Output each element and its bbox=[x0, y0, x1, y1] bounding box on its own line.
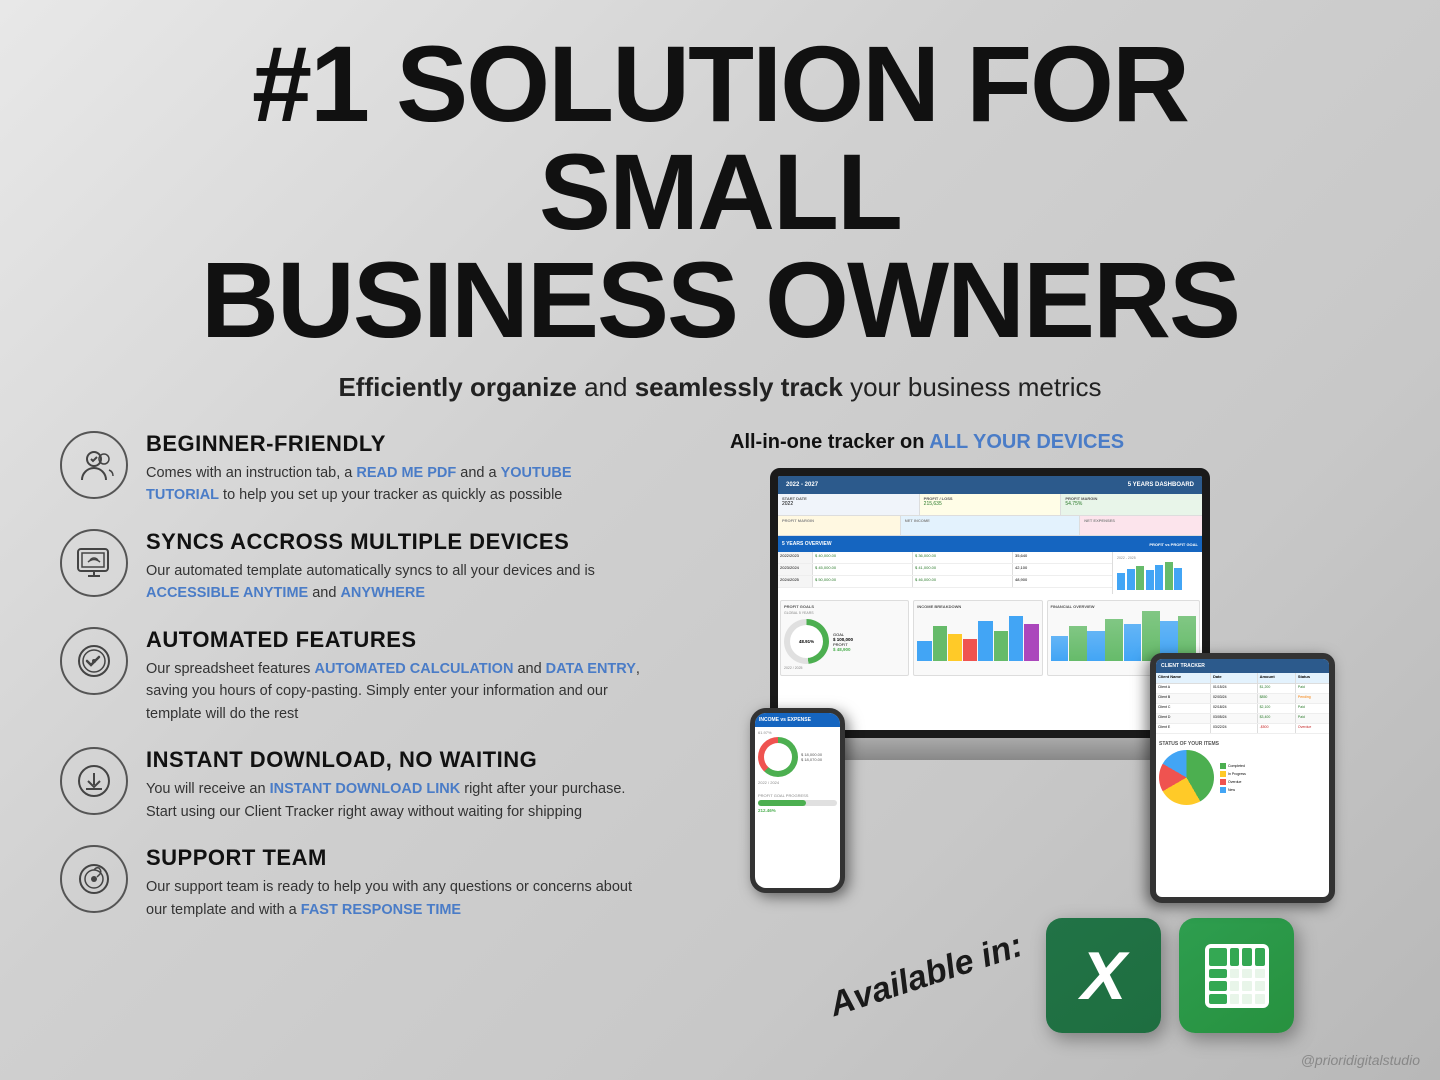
devices-wrapper: 2022 - 2027 5 YEARS DASHBOARD START DATE… bbox=[740, 468, 1340, 908]
laptop-screen: 2022 - 2027 5 YEARS DASHBOARD START DATE… bbox=[770, 468, 1210, 738]
feature-title-download: INSTANT DOWNLOAD, NO WAITING bbox=[146, 747, 660, 773]
feature-text-support: SUPPORT TEAM Our support team is ready t… bbox=[146, 845, 660, 921]
syncs-icon bbox=[60, 529, 128, 597]
support-icon bbox=[60, 845, 128, 913]
right-section: All-in-one tracker on ALL YOUR DEVICES 2… bbox=[700, 431, 1380, 1033]
main-container: #1 SOLUTION FOR SMALL BUSINESS OWNERS Ef… bbox=[0, 0, 1440, 1080]
app-icons: X bbox=[1046, 918, 1294, 1033]
feature-item-support: SUPPORT TEAM Our support team is ready t… bbox=[60, 845, 660, 921]
excel-icon: X bbox=[1046, 918, 1161, 1033]
content-area: BEGINNER-FRIENDLY Comes with an instruct… bbox=[60, 431, 1380, 1033]
main-title: #1 SOLUTION FOR SMALL BUSINESS OWNERS bbox=[60, 30, 1380, 354]
feature-text-beginner: BEGINNER-FRIENDLY Comes with an instruct… bbox=[146, 431, 660, 507]
feature-item-syncs: SYNCS ACCROSS MULTIPLE DEVICES Our autom… bbox=[60, 529, 660, 605]
beginner-icon bbox=[60, 431, 128, 499]
available-section: Available in: X bbox=[786, 918, 1294, 1033]
header-section: #1 SOLUTION FOR SMALL BUSINESS OWNERS Ef… bbox=[60, 30, 1380, 403]
available-label: Available in: bbox=[825, 926, 1028, 1025]
tablet-screen: CLIENT TRACKER Client Name Date Amount S… bbox=[1150, 653, 1335, 903]
tablet-mockup: CLIENT TRACKER Client Name Date Amount S… bbox=[1150, 653, 1335, 903]
phone-mockup: INCOME vs EXPENSE 61.97% $ 18,000.00 bbox=[750, 708, 845, 893]
sheets-grid bbox=[1205, 944, 1269, 1008]
feature-item-automated: AUTOMATED FEATURES Our spreadsheet featu… bbox=[60, 627, 660, 725]
feature-desc-beginner: Comes with an instruction tab, a READ ME… bbox=[146, 462, 660, 507]
feature-desc-support: Our support team is ready to help you wi… bbox=[146, 876, 660, 921]
feature-item-download: INSTANT DOWNLOAD, NO WAITING You will re… bbox=[60, 747, 660, 823]
feature-title-syncs: SYNCS ACCROSS MULTIPLE DEVICES bbox=[146, 529, 660, 555]
feature-title-support: SUPPORT TEAM bbox=[146, 845, 660, 871]
feature-desc-syncs: Our automated template automatically syn… bbox=[146, 560, 660, 605]
excel-letter: X bbox=[1081, 942, 1126, 1010]
feature-text-automated: AUTOMATED FEATURES Our spreadsheet featu… bbox=[146, 627, 660, 725]
subtitle: Efficiently organize and seamlessly trac… bbox=[60, 372, 1380, 403]
feature-text-download: INSTANT DOWNLOAD, NO WAITING You will re… bbox=[146, 747, 660, 823]
feature-title-automated: AUTOMATED FEATURES bbox=[146, 627, 660, 653]
all-devices-highlight: ALL YOUR DEVICES bbox=[929, 431, 1124, 453]
feature-desc-automated: Our spreadsheet features AUTOMATED CALCU… bbox=[146, 658, 660, 725]
download-icon bbox=[60, 747, 128, 815]
automated-icon bbox=[60, 627, 128, 695]
watermark: @prioridigitalstudio bbox=[1301, 1052, 1420, 1068]
features-list: BEGINNER-FRIENDLY Comes with an instruct… bbox=[60, 431, 660, 1033]
all-devices-label: All-in-one tracker on bbox=[730, 431, 929, 453]
feature-text-syncs: SYNCS ACCROSS MULTIPLE DEVICES Our autom… bbox=[146, 529, 660, 605]
phone-screen: INCOME vs EXPENSE 61.97% $ 18,000.00 bbox=[750, 708, 845, 893]
feature-item-beginner: BEGINNER-FRIENDLY Comes with an instruct… bbox=[60, 431, 660, 507]
sheets-icon bbox=[1179, 918, 1294, 1033]
feature-desc-download: You will receive an INSTANT DOWNLOAD LIN… bbox=[146, 778, 660, 823]
feature-title-beginner: BEGINNER-FRIENDLY bbox=[146, 431, 660, 457]
